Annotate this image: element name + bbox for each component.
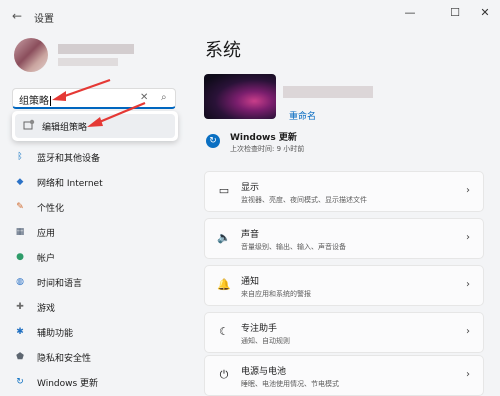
annotation-arrow-line — [96, 101, 146, 125]
annotation-arrowhead — [52, 91, 66, 101]
annotation-arrows — [52, 78, 146, 127]
annotation-arrow-line — [61, 78, 111, 99]
annotation-arrowhead — [87, 117, 103, 127]
